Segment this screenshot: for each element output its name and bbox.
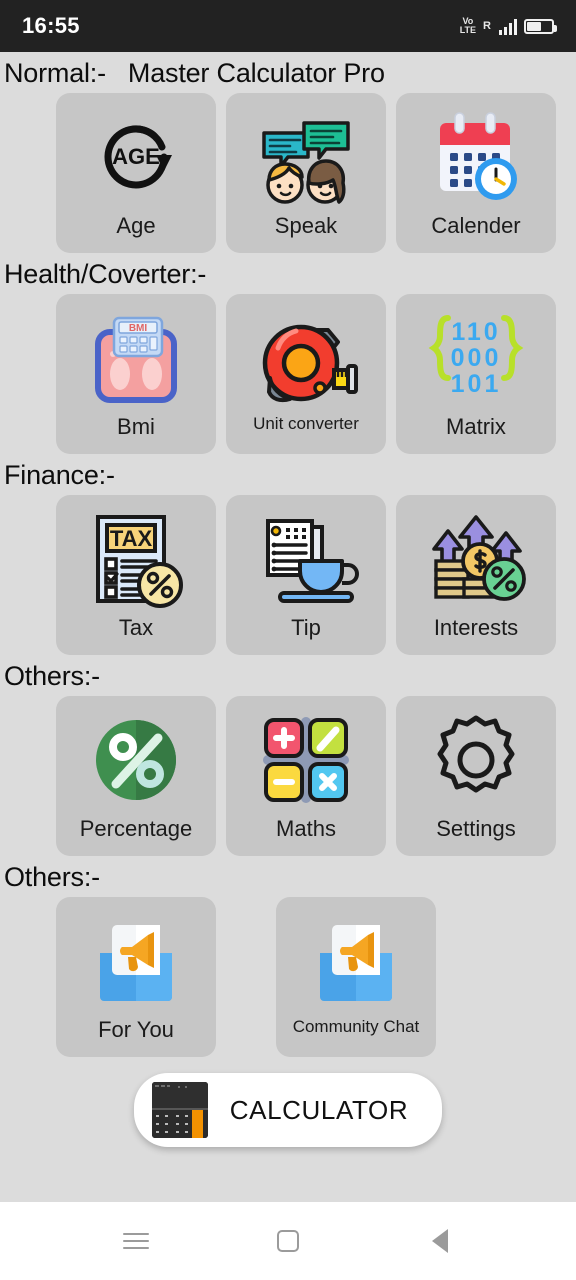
section-label: Normal:-	[4, 58, 106, 88]
tile-bmi[interactable]: BMI Bmi	[56, 294, 216, 454]
section-header-finance: Finance:-	[0, 454, 576, 495]
matrix-row-3: 101	[451, 370, 502, 398]
section-header-health: Health/Coverter:-	[0, 253, 576, 294]
tile-label: Community Chat	[292, 1017, 420, 1036]
tile-row-health: BMI Bmi Unit converter 110 000 101 Matri…	[0, 294, 576, 454]
coins-arrows-growth-icon	[424, 509, 528, 609]
tile-label: Interests	[433, 615, 519, 640]
tile-speak[interactable]: Speak	[226, 93, 386, 253]
tile-calender[interactable]: Calender	[396, 93, 556, 253]
section-label: Others:-	[4, 862, 100, 892]
envelope-megaphone-icon	[304, 911, 408, 1011]
signal-bars-icon	[499, 18, 517, 35]
math-operators-grid-icon	[254, 710, 358, 810]
recents-menu-icon[interactable]	[106, 1211, 166, 1271]
gear-icon	[424, 710, 528, 810]
speech-bubbles-people-icon	[254, 107, 358, 207]
bmi-scale-icon: BMI	[84, 308, 188, 408]
tile-tax[interactable]: TAX Tax	[56, 495, 216, 655]
tile-label: For You	[98, 1017, 174, 1042]
tile-maths[interactable]: Maths	[226, 696, 386, 856]
tile-row-others-2: For You Community Chat	[0, 897, 576, 1057]
tape-measure-icon	[254, 308, 358, 408]
roaming-icon: R	[483, 20, 491, 32]
calculator-thumbnail-icon	[151, 1082, 208, 1138]
android-nav-bar	[0, 1202, 576, 1280]
tile-label: Tip	[291, 615, 321, 640]
tax-document-percent-icon: TAX	[84, 509, 188, 609]
status-clock: 16:55	[22, 13, 80, 38]
tile-label: Speak	[274, 213, 338, 238]
tile-label: Bmi	[117, 414, 155, 439]
tile-tip[interactable]: Tip	[226, 495, 386, 655]
calculator-button-label: CALCULATOR	[229, 1094, 409, 1125]
section-header-others-2: Others:-	[0, 856, 576, 897]
bmi-icon-text: BMI	[129, 323, 148, 334]
matrix-row-1: 110	[451, 318, 500, 346]
home-square-icon[interactable]	[258, 1211, 318, 1271]
battery-icon	[524, 18, 557, 34]
page-title: Master Calculator Pro	[127, 58, 385, 88]
envelope-megaphone-icon	[84, 911, 188, 1011]
tile-row-normal: AGE Age Speak Calender	[0, 93, 576, 253]
tile-row-others-1: Percentage Maths Settings	[0, 696, 576, 856]
tile-for-you[interactable]: For You	[56, 897, 216, 1057]
bill-coffee-cup-icon	[254, 509, 359, 609]
tile-settings[interactable]: Settings	[396, 696, 556, 856]
age-rotate-icon: AGE	[84, 107, 188, 207]
matrix-row-2: 000	[451, 344, 502, 372]
section-header-others-1: Others:-	[0, 655, 576, 696]
section-label: Finance:-	[4, 460, 115, 490]
percent-circle-icon	[84, 710, 188, 810]
tile-label: Calender	[431, 213, 521, 238]
calendar-clock-icon	[424, 107, 528, 207]
back-triangle-icon[interactable]	[410, 1211, 470, 1271]
main-content: Normal:- Master Calculator Pro AGE Age S…	[0, 52, 576, 1202]
tile-community-chat[interactable]: Community Chat	[276, 897, 436, 1057]
calculator-button-wrap: CALCULATOR	[0, 1073, 576, 1147]
status-bar: 16:55 Vo LTE R	[0, 0, 576, 52]
tile-label: Percentage	[79, 816, 193, 841]
age-icon-text: AGE	[112, 144, 160, 169]
tile-matrix[interactable]: 110 000 101 Matrix	[396, 294, 556, 454]
phone-screen: 16:55 Vo LTE R Normal:- Master Calculato…	[0, 0, 576, 1280]
tile-label: Unit converter	[253, 414, 359, 433]
section-label: Others:-	[4, 661, 100, 691]
tile-unit-converter[interactable]: Unit converter	[226, 294, 386, 454]
section-label: Health/Coverter:-	[4, 259, 207, 289]
tile-label: Maths	[276, 816, 336, 841]
tile-label: Age	[116, 213, 156, 238]
volte-icon-bottom: LTE	[459, 25, 477, 35]
tile-label: Matrix	[446, 414, 506, 439]
tax-icon-text: TAX	[110, 526, 153, 551]
tile-label: Settings	[436, 816, 516, 841]
tile-percentage[interactable]: Percentage	[56, 696, 216, 856]
tile-row-finance: TAX Tax Tip Interests	[0, 495, 576, 655]
section-header-normal: Normal:- Master Calculator Pro	[0, 52, 576, 93]
matrix-binary-icon: 110 000 101	[424, 308, 528, 408]
status-icons: Vo LTE R	[460, 17, 557, 35]
volte-icon: Vo LTE	[460, 17, 476, 35]
calculator-button[interactable]: CALCULATOR	[133, 1073, 443, 1147]
tile-age[interactable]: AGE Age	[56, 93, 216, 253]
tile-interests[interactable]: Interests	[396, 495, 556, 655]
tile-label: Tax	[118, 615, 154, 640]
